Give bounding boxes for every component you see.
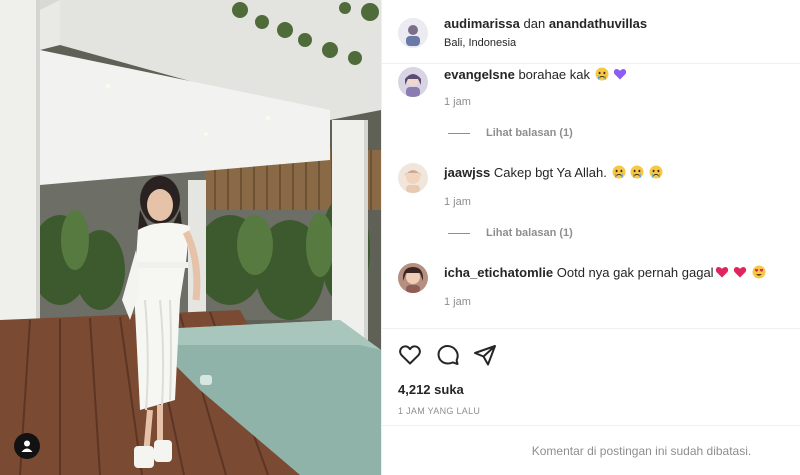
comment-body: Ootd nya gak pernah gagal: [556, 265, 714, 280]
view-replies-label: Lihat balasan (1): [486, 227, 573, 239]
user-tag-icon: [21, 440, 33, 452]
crying-face-icon: [630, 165, 644, 179]
commenter-avatar[interactable]: [398, 163, 428, 193]
avatar-image: [398, 163, 428, 193]
heart-eyes-face-icon: [752, 265, 766, 279]
comment-icon[interactable]: [436, 343, 460, 367]
comment-time[interactable]: 1 jam: [444, 296, 471, 308]
comment-time[interactable]: 1 jam: [444, 196, 471, 208]
reply-divider-line: [448, 132, 470, 134]
crying-face-icon: [595, 67, 609, 81]
author-username-1[interactable]: audimarissa: [444, 16, 520, 31]
post-timestamp[interactable]: 1 JAM YANG LALU: [398, 406, 480, 416]
crying-face-icon: [649, 165, 663, 179]
comment-username[interactable]: icha_etichatomlie: [444, 265, 553, 280]
post-details-panel: audimarissa dan anandathuvillas Bali, In…: [381, 0, 800, 475]
post-authors: audimarissa dan anandathuvillas: [444, 16, 647, 31]
comment-username[interactable]: jaawjss: [444, 165, 490, 180]
red-heart-icon: [734, 266, 747, 278]
commenter-avatar[interactable]: [398, 263, 428, 293]
comment-body: Cakep bgt Ya Allah.: [493, 165, 607, 180]
comments-disabled-notice: Komentar di postingan ini sudah dibatasi…: [382, 425, 800, 475]
post-photo[interactable]: [0, 0, 381, 475]
red-heart-icon: [715, 266, 728, 278]
view-replies-button[interactable]: Lihat balasan (1): [448, 227, 573, 239]
comments-disabled-text: Komentar di postingan ini sudah dibatasi…: [531, 443, 752, 458]
author-username-2[interactable]: anandathuvillas: [549, 16, 647, 31]
comment-body: borahae kak: [518, 67, 591, 82]
comment-username[interactable]: evangelsne: [444, 67, 515, 82]
share-icon[interactable]: [473, 343, 497, 367]
purple-heart-icon: [614, 68, 627, 80]
heart-icon[interactable]: [398, 343, 422, 367]
tag-user-button[interactable]: [14, 433, 40, 459]
comment-time[interactable]: 1 jam: [444, 96, 471, 108]
reply-divider-line: [448, 232, 470, 234]
avatar-image: [398, 263, 428, 293]
comment-text: icha_etichatomlie Ootd nya gak pernah ga…: [444, 265, 766, 281]
author-joiner: dan: [523, 16, 546, 31]
comment-text: jaawjss Cakep bgt Ya Allah.: [444, 165, 663, 181]
villa-pool-photo: [0, 0, 381, 475]
view-replies-label: Lihat balasan (1): [486, 127, 573, 139]
comment-text: evangelsne borahae kak: [444, 67, 627, 83]
author-avatar[interactable]: [398, 18, 428, 48]
post-location[interactable]: Bali, Indonesia: [444, 37, 516, 49]
avatar-image: [398, 67, 428, 97]
crying-face-icon: [612, 165, 626, 179]
post-header: audimarissa dan anandathuvillas Bali, In…: [382, 0, 800, 64]
view-replies-button[interactable]: Lihat balasan (1): [448, 127, 573, 139]
avatar-image: [398, 18, 428, 48]
commenter-avatar[interactable]: [398, 67, 428, 97]
likes-count[interactable]: 4,212 suka: [398, 382, 464, 397]
